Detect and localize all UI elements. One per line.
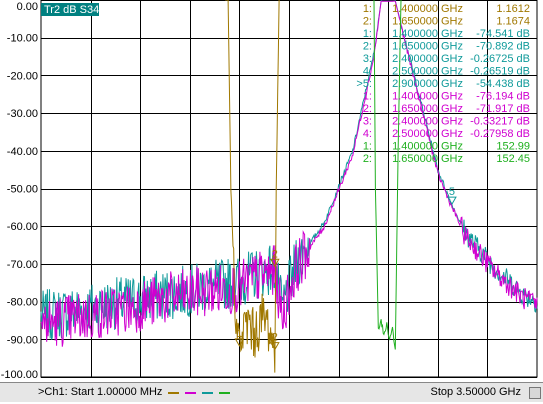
readout-value: -0.26519 dB xyxy=(470,66,530,78)
y-tick-label: -50.00 xyxy=(7,184,38,196)
stop-frequency[interactable]: Stop 3.50000 GHz xyxy=(430,386,521,398)
readout-value: 152.99 xyxy=(496,141,530,153)
analyzer-display: 0.00 -10.00 -20.00 -30.00 -40.00 -50.00 -60.00… xyxy=(0,0,543,382)
readout-value: -71.917 dB xyxy=(476,103,530,115)
readout-value: -76.194 dB xyxy=(476,91,530,103)
readout-freq: 2.500000 GHz xyxy=(392,128,463,140)
readout-freq: 1.400000 GHz xyxy=(392,28,463,40)
readout-value: -70.892 dB xyxy=(476,41,530,53)
readout-freq: 2.900000 GHz xyxy=(392,78,463,90)
readout-value: -0.27958 dB xyxy=(470,128,530,140)
readout-freq: 1.650000 GHz xyxy=(392,16,463,28)
y-axis-labels: 0.00 -10.00 -20.00 -30.00 -40.00 -50.00 -60.00… xyxy=(1,1,38,381)
readout-freq: 1.650000 GHz xyxy=(392,153,463,165)
readout-label: 3: xyxy=(363,116,372,128)
readout-freq: 2.400000 GHz xyxy=(392,53,463,65)
start-frequency[interactable]: >Ch1: Start 1.00000 MHz xyxy=(38,386,162,398)
resize-box[interactable] xyxy=(529,387,541,399)
readout-label: 2: xyxy=(363,16,372,28)
readout-freq: 1.650000 GHz xyxy=(392,41,463,53)
y-tick-label: -100.00 xyxy=(1,369,38,381)
y-tick-label: -30.00 xyxy=(7,108,38,120)
readout-freq: 2.500000 GHz xyxy=(392,66,463,78)
readout-freq: 1.400000 GHz xyxy=(392,141,463,153)
readout-label: 2: xyxy=(363,153,372,165)
swatch-green xyxy=(219,392,230,394)
readout-label: 1: xyxy=(363,3,372,15)
readout-label: >5: xyxy=(356,78,372,90)
readout-label: 3: xyxy=(363,53,372,65)
y-tick-label: 0.00 xyxy=(17,1,38,13)
trace-badge-label: Tr2 dB S34 xyxy=(44,4,99,16)
readout-label: 4: xyxy=(363,66,372,78)
y-tick-label: -80.00 xyxy=(7,297,38,309)
y-tick-label: -10.00 xyxy=(7,33,38,45)
swatch-orange xyxy=(168,392,179,394)
readout-value: 152.45 xyxy=(496,153,530,165)
readout-freq: 2.400000 GHz xyxy=(392,116,463,128)
y-tick-label: -70.00 xyxy=(7,259,38,271)
readout-label: 1: xyxy=(363,91,372,103)
readout-value: 1.1674 xyxy=(496,16,530,28)
readout-value: -0.26725 dB xyxy=(470,53,530,65)
swatch-teal xyxy=(202,392,213,394)
readout-label: 4: xyxy=(363,128,372,140)
marker-label: 2 xyxy=(272,332,278,344)
readout-label: 1: xyxy=(363,28,372,40)
readout-value: -74.541 dB xyxy=(476,28,530,40)
marker-label: 2 xyxy=(272,248,278,260)
marker-readout-table: 1: 1.400000 GHz 1.1612 2: 1.650000 GHz 1.1674… xyxy=(356,3,530,165)
y-tick-label: -40.00 xyxy=(7,146,38,158)
readout-freq: 1.400000 GHz xyxy=(392,3,463,15)
readout-value: 1.1612 xyxy=(496,3,530,15)
y-tick-label: -90.00 xyxy=(7,334,38,346)
readout-label: 1: xyxy=(363,141,372,153)
marker-label: 1 xyxy=(236,328,242,340)
trace-orange xyxy=(225,0,279,373)
readout-freq: 1.400000 GHz xyxy=(392,91,463,103)
marker-label: 5 xyxy=(449,186,455,198)
readout-value: -54.438 dB xyxy=(476,78,530,90)
readout-label: 2: xyxy=(363,103,372,115)
readout-freq: 1.650000 GHz xyxy=(392,103,463,115)
trace-swatches xyxy=(168,392,233,404)
swatch-magenta xyxy=(185,392,196,394)
trace-badge[interactable]: Tr2 dB S34 xyxy=(41,3,99,16)
y-tick-label: -20.00 xyxy=(7,70,38,82)
readout-label: 2: xyxy=(363,41,372,53)
y-tick-label: -60.00 xyxy=(7,221,38,233)
status-bar: >Ch1: Start 1.00000 MHz Stop 3.50000 GHz xyxy=(0,382,543,402)
readout-value: -0.33217 dB xyxy=(470,116,530,128)
